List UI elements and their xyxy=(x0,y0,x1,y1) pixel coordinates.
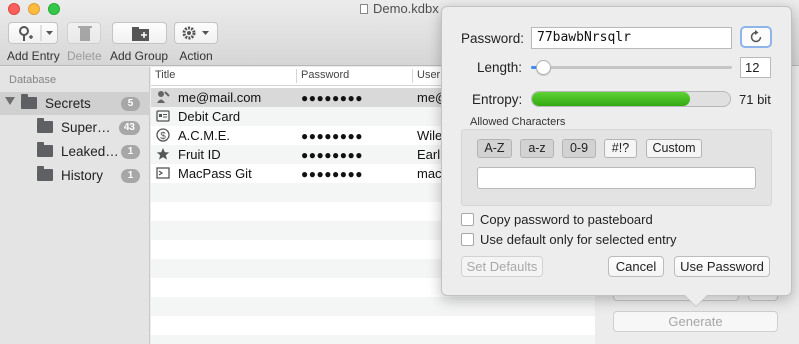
column-divider[interactable] xyxy=(412,69,413,83)
add-entry-button[interactable] xyxy=(8,22,59,44)
add-entry-toolbar-item[interactable]: Add Entry xyxy=(7,22,60,63)
sidebar-item-secrets[interactable]: Secrets 5 xyxy=(0,92,150,115)
add-group-label: Add Group xyxy=(110,49,169,63)
sidebar-header: Database xyxy=(9,74,57,86)
folder-icon xyxy=(37,166,53,181)
column-header-user[interactable]: User xyxy=(417,69,440,81)
add-entry-icon xyxy=(19,25,54,41)
entropy-label: Entropy: xyxy=(472,92,523,107)
entry-password: ●●●●●●●● xyxy=(301,129,363,143)
set-defaults-button[interactable]: Set Defaults xyxy=(461,256,543,277)
sidebar-item-label: Secrets xyxy=(45,96,91,111)
add-entry-label: Add Entry xyxy=(7,49,60,63)
count-badge: 1 xyxy=(121,169,140,183)
column-header-title[interactable]: Title xyxy=(155,69,175,81)
length-label: Length: xyxy=(477,60,523,75)
action-button[interactable] xyxy=(174,22,218,44)
close-window-button[interactable] xyxy=(8,3,20,15)
sidebar: Database Secrets 5 Super… 43 Leaked… 1 H… xyxy=(0,67,150,344)
entry-title: MacPass Git xyxy=(178,166,252,181)
folder-icon xyxy=(37,118,53,133)
sidebar-item-leaked[interactable]: Leaked… 1 xyxy=(0,140,150,163)
custom-characters-field[interactable] xyxy=(477,167,756,189)
charset-lowercase-toggle[interactable]: a-z xyxy=(520,139,554,158)
entry-password: ●●●●●●●● xyxy=(301,148,363,162)
count-badge: 5 xyxy=(121,97,140,111)
entry-password: ●●●●●●●● xyxy=(301,167,363,181)
sidebar-item-super[interactable]: Super… 43 xyxy=(0,116,150,139)
document-icon xyxy=(360,4,368,14)
default-for-selected-checkbox[interactable] xyxy=(461,233,474,246)
action-toolbar-item[interactable]: Action xyxy=(174,22,218,63)
charset-custom-toggle[interactable]: Custom xyxy=(646,139,702,158)
delete-label: Delete xyxy=(67,49,102,63)
card-icon xyxy=(156,109,170,123)
key-person-icon xyxy=(156,90,170,104)
entry-title: Debit Card xyxy=(178,109,241,124)
window-title: Demo.kdbx xyxy=(360,1,439,16)
terminal-icon xyxy=(156,166,170,180)
folder-icon xyxy=(21,94,37,109)
trash-icon xyxy=(78,26,93,41)
column-divider[interactable] xyxy=(296,69,297,83)
delete-toolbar-item[interactable]: Delete xyxy=(67,22,102,63)
empty-row xyxy=(151,335,595,344)
folder-icon xyxy=(37,142,53,157)
entry-title: me@mail.com xyxy=(178,90,262,105)
password-label: Password: xyxy=(461,31,525,46)
cancel-button[interactable]: Cancel xyxy=(608,256,664,277)
entropy-meter-fill xyxy=(532,92,690,106)
chevron-down-icon xyxy=(46,31,54,35)
length-slider[interactable] xyxy=(531,60,732,75)
sidebar-item-label: Super… xyxy=(61,120,111,135)
length-field[interactable]: 12 xyxy=(740,57,771,78)
refresh-icon xyxy=(750,30,762,43)
copy-to-pasteboard-label: Copy password to pasteboard xyxy=(480,212,653,227)
regenerate-button[interactable] xyxy=(740,26,772,48)
password-field[interactable]: 77bawbNrsqlr xyxy=(531,27,732,49)
column-header-password[interactable]: Password xyxy=(301,69,349,81)
svg-text:$: $ xyxy=(160,131,166,142)
minimize-window-button[interactable] xyxy=(28,3,40,15)
star-icon xyxy=(156,147,170,161)
sidebar-item-label: Leaked… xyxy=(61,144,119,159)
count-badge: 43 xyxy=(118,121,140,135)
copy-to-pasteboard-checkbox[interactable] xyxy=(461,213,474,226)
generate-button[interactable]: Generate xyxy=(613,311,778,332)
entropy-value: 71 bit xyxy=(739,92,771,107)
action-label: Action xyxy=(179,49,213,63)
gear-icon xyxy=(182,26,209,40)
entropy-meter xyxy=(531,91,731,107)
add-folder-icon xyxy=(131,27,149,41)
sidebar-item-history[interactable]: History 1 xyxy=(0,164,150,187)
popover-arrow xyxy=(685,295,707,306)
charset-uppercase-toggle[interactable]: A-Z xyxy=(477,139,512,158)
entry-title: A.C.M.E. xyxy=(178,128,231,143)
default-for-selected-label: Use default only for selected entry xyxy=(480,232,677,247)
length-slider-knob[interactable] xyxy=(536,60,551,75)
zoom-window-button[interactable] xyxy=(48,3,60,15)
add-group-toolbar-item[interactable]: Add Group xyxy=(110,22,168,63)
entry-password: ●●●●●●●● xyxy=(301,91,363,105)
count-badge: 1 xyxy=(121,145,140,159)
empty-row xyxy=(151,297,595,316)
charset-digits-toggle[interactable]: 0-9 xyxy=(562,139,596,158)
delete-button[interactable] xyxy=(67,22,102,44)
sidebar-item-label: History xyxy=(61,168,104,183)
allowed-characters-title: Allowed Characters xyxy=(470,116,566,128)
charset-symbols-toggle[interactable]: #!? xyxy=(604,139,637,158)
entry-title: Fruit ID xyxy=(178,147,221,162)
disclosure-triangle-icon[interactable] xyxy=(5,97,15,105)
empty-row xyxy=(151,316,595,335)
dollar-icon: $ xyxy=(156,128,170,142)
add-group-button[interactable] xyxy=(111,22,167,44)
use-password-button[interactable]: Use Password xyxy=(674,256,770,277)
